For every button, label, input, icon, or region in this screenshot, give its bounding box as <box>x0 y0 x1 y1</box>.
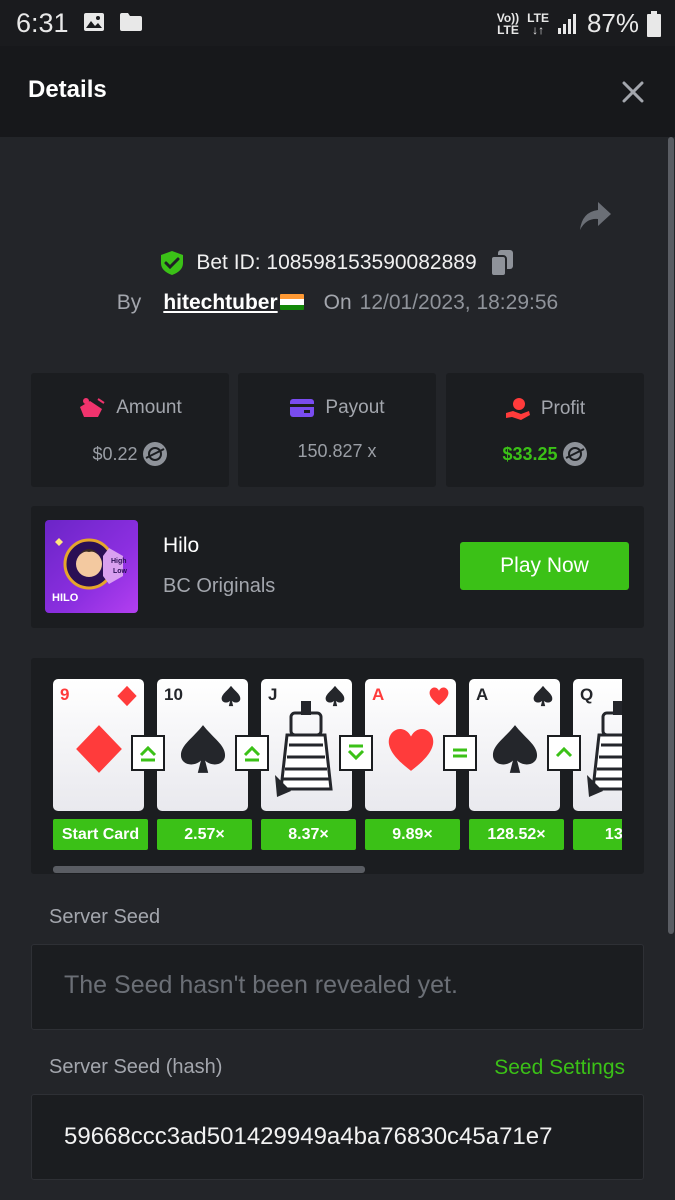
stellar-coin-icon <box>142 442 167 466</box>
game-name: Hilo <box>163 534 200 557</box>
seed-settings-link[interactable]: Seed Settings <box>494 1056 625 1080</box>
gallery-icon <box>84 13 104 31</box>
diamond-large-icon <box>76 725 122 773</box>
game-provider: BC Originals <box>163 575 276 597</box>
card-rank: 10 <box>164 685 183 704</box>
card-history-strip[interactable]: 9 Start Card 10 2.57× J 8.37× A 9.89× A 128.52× Q 1… <box>53 679 622 854</box>
card-multiplier: Start Card <box>53 819 148 850</box>
server-seed-hash-field[interactable]: 59668ccc3ad501429949a4ba76830c45a71e7 <box>31 1094 644 1180</box>
on-label: On <box>323 291 352 314</box>
same-guess-icon <box>443 735 477 771</box>
verified-shield-icon <box>161 251 184 275</box>
server-seed-label: Server Seed <box>49 906 161 928</box>
card-rank: A <box>476 685 489 704</box>
card-multiplier: 139. <box>573 819 622 850</box>
diamond-suit-icon <box>117 685 137 707</box>
volte-indicator: Vo)) LTE <box>496 10 520 37</box>
higher-guess-icon <box>547 735 581 771</box>
server-seed-hash-value: 59668ccc3ad501429949a4ba76830c45a71e7 <box>64 1123 553 1150</box>
lte-indicator: LTE ↓↑ <box>527 10 549 37</box>
thumb-low-label: Low <box>113 568 127 575</box>
play-now-button[interactable]: Play Now <box>460 542 629 590</box>
folder-icon <box>120 13 142 31</box>
amount-icon <box>80 398 105 417</box>
server-seed-field: The Seed hasn't been revealed yet. <box>31 944 644 1030</box>
higher-or-same-guess-icon <box>131 735 165 771</box>
details-header: Details <box>0 46 675 137</box>
bet-id: Bet ID: 108598153590082889 <box>196 251 477 274</box>
card-rank: A <box>372 685 385 704</box>
india-flag-icon <box>279 294 304 310</box>
stellar-coin-icon <box>562 442 587 466</box>
signal-icon <box>557 13 576 34</box>
spade-large-icon <box>180 725 226 773</box>
server-seed-hash-label: Server Seed (hash) <box>49 1056 223 1078</box>
card-multiplier: 9.89× <box>365 819 460 850</box>
page-title: Details <box>28 76 107 103</box>
profit-value: $33.25 <box>502 443 558 464</box>
profit-label: Profit <box>540 398 586 419</box>
thumb-title: HILO <box>52 592 79 604</box>
amount-card: Amount $0.22 <box>31 373 229 487</box>
heart-suit-icon <box>429 687 449 706</box>
thumb-high-label: High <box>111 558 127 565</box>
payout-wallet-icon <box>290 399 315 417</box>
card-multiplier: 2.57× <box>157 819 252 850</box>
bet-id-row: Bet ID: 108598153590082889 <box>0 248 675 278</box>
horizontal-scrollbar[interactable] <box>53 866 365 873</box>
server-seed-value: The Seed hasn't been revealed yet. <box>64 971 458 999</box>
spade-suit-icon <box>533 685 553 707</box>
spade-suit-icon <box>221 685 241 707</box>
amount-label: Amount <box>116 397 182 418</box>
higher-or-same-guess-icon <box>235 735 269 771</box>
card-history-panel: 9 Start Card 10 2.57× J 8.37× A 9.89× A 128.52× Q 1… <box>31 658 644 874</box>
copy-icon[interactable] <box>489 249 515 277</box>
payout-card: Payout 150.827 x <box>238 373 436 487</box>
clock: 6:31 <box>16 8 69 38</box>
profit-card: Profit $33.25 <box>446 373 644 487</box>
close-icon[interactable] <box>621 80 645 104</box>
share-icon[interactable] <box>578 200 612 232</box>
hilo-game-thumbnail[interactable]: High Low HILO <box>45 520 138 613</box>
card-multiplier: 8.37× <box>261 819 356 850</box>
card-rank: 9 <box>60 685 70 704</box>
bet-datetime: 12/01/2023, 18:29:56 <box>359 291 559 314</box>
lower-or-same-guess-icon <box>339 735 373 771</box>
heart-large-icon <box>388 728 434 771</box>
card-multiplier: 128.52× <box>469 819 564 850</box>
status-bar: 6:31 Vo)) LTE LTE ↓↑ 87% <box>0 0 675 46</box>
profit-icon <box>505 398 530 420</box>
by-label: By <box>116 291 142 314</box>
bet-author-row: By hitechtuber On 12/01/2023, 18:29:56 <box>0 288 675 318</box>
battery-percent: 87% <box>586 8 639 38</box>
payout-label: Payout <box>325 397 385 418</box>
game-card: High Low HILO Hilo BC Originals Play Now <box>31 506 644 628</box>
amount-value: $0.22 <box>92 443 138 464</box>
battery-icon <box>647 10 661 37</box>
username-link[interactable]: hitechtuber <box>163 291 304 315</box>
payout-value: 150.827 x <box>297 441 377 461</box>
spade-large-icon <box>492 725 538 773</box>
